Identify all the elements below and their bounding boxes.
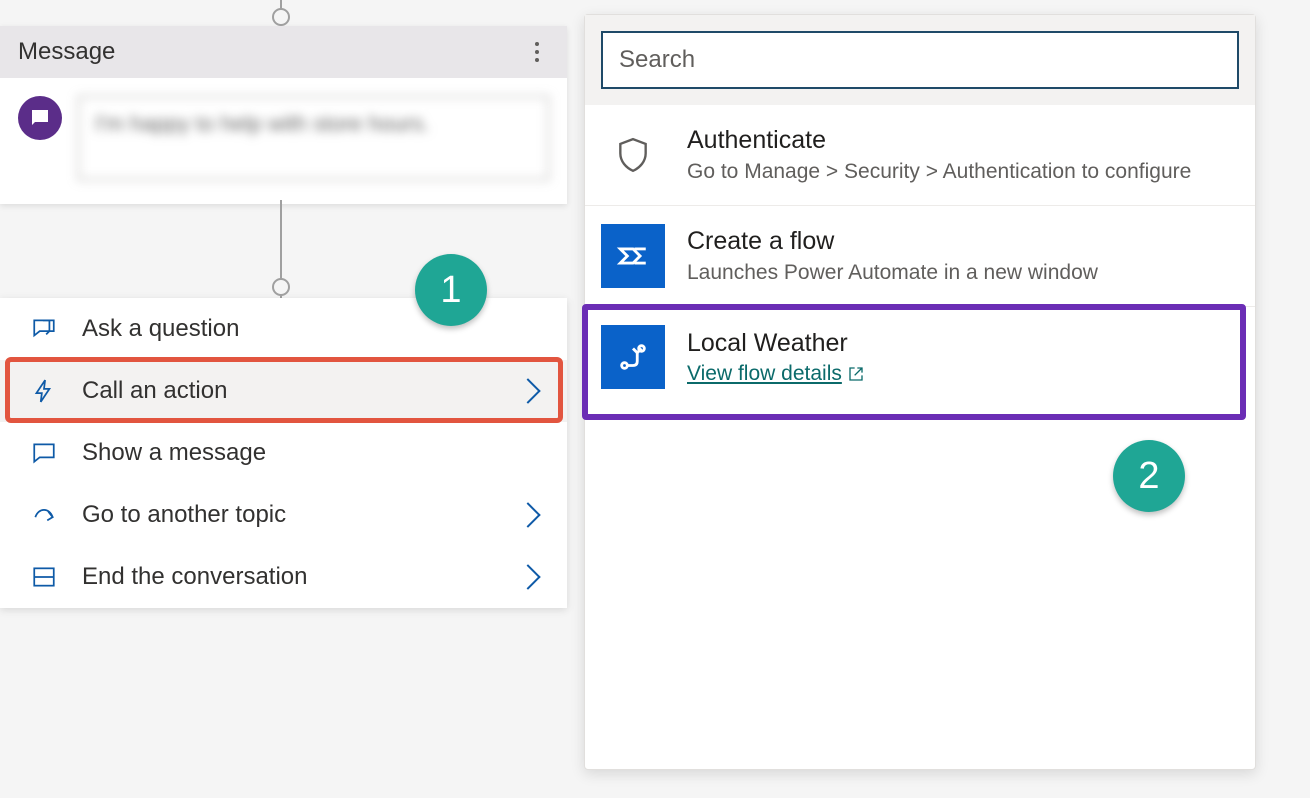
message-node-header: Message xyxy=(0,26,567,78)
action-item-local-weather[interactable]: Local Weather View flow details xyxy=(585,307,1255,407)
action-item-title: Local Weather xyxy=(687,328,864,359)
chevron-right-icon xyxy=(515,564,540,589)
flow-icon xyxy=(601,224,665,288)
menu-item-goto-topic[interactable]: Go to another topic xyxy=(0,484,567,546)
menu-item-label: Call an action xyxy=(82,377,227,405)
menu-item-label: Ask a question xyxy=(82,315,239,343)
chevron-right-icon xyxy=(515,502,540,527)
menu-item-show-message[interactable]: Show a message xyxy=(0,422,567,484)
menu-item-end-conversation[interactable]: End the conversation xyxy=(0,546,567,608)
flow-run-icon xyxy=(601,325,665,389)
action-item-title: Authenticate xyxy=(687,125,1191,156)
message-text-input[interactable]: I'm happy to help with store hours. xyxy=(78,96,549,180)
external-link-icon xyxy=(848,366,864,382)
link-text: View flow details xyxy=(687,362,842,386)
menu-item-label: Show a message xyxy=(82,439,266,467)
lightning-icon xyxy=(30,378,58,404)
action-item-create-flow[interactable]: Create a flow Launches Power Automate in… xyxy=(585,206,1255,307)
message-node-card: Message I'm happy to help with store hou… xyxy=(0,26,567,204)
action-item-subtitle: Go to Manage > Security > Authentication… xyxy=(687,158,1191,185)
menu-item-call-action[interactable]: Call an action xyxy=(0,360,567,422)
redirect-icon xyxy=(30,502,58,528)
panel-icon xyxy=(30,564,58,590)
menu-item-label: End the conversation xyxy=(82,563,307,591)
connector-node[interactable] xyxy=(272,8,290,26)
message-node-title: Message xyxy=(18,38,115,66)
chat-icon xyxy=(30,440,58,466)
action-item-authenticate[interactable]: Authenticate Go to Manage > Security > A… xyxy=(585,105,1255,206)
add-node-menu: Ask a question Call an action Show a mes… xyxy=(0,298,567,608)
action-item-subtitle: Launches Power Automate in a new window xyxy=(687,259,1098,286)
action-item-title: Create a flow xyxy=(687,226,1098,257)
menu-item-label: Go to another topic xyxy=(82,501,286,529)
annotation-badge-2: 2 xyxy=(1113,440,1185,512)
add-node-button[interactable] xyxy=(272,278,290,296)
chat-question-icon xyxy=(30,316,58,342)
action-picker-panel: Authenticate Go to Manage > Security > A… xyxy=(584,14,1256,770)
chat-bubble-icon xyxy=(18,96,62,140)
more-options-button[interactable] xyxy=(525,36,549,68)
annotation-badge-1: 1 xyxy=(415,254,487,326)
search-input[interactable] xyxy=(601,31,1239,89)
view-flow-details-link[interactable]: View flow details xyxy=(687,362,864,386)
chevron-right-icon xyxy=(515,378,540,403)
shield-icon xyxy=(601,123,665,187)
